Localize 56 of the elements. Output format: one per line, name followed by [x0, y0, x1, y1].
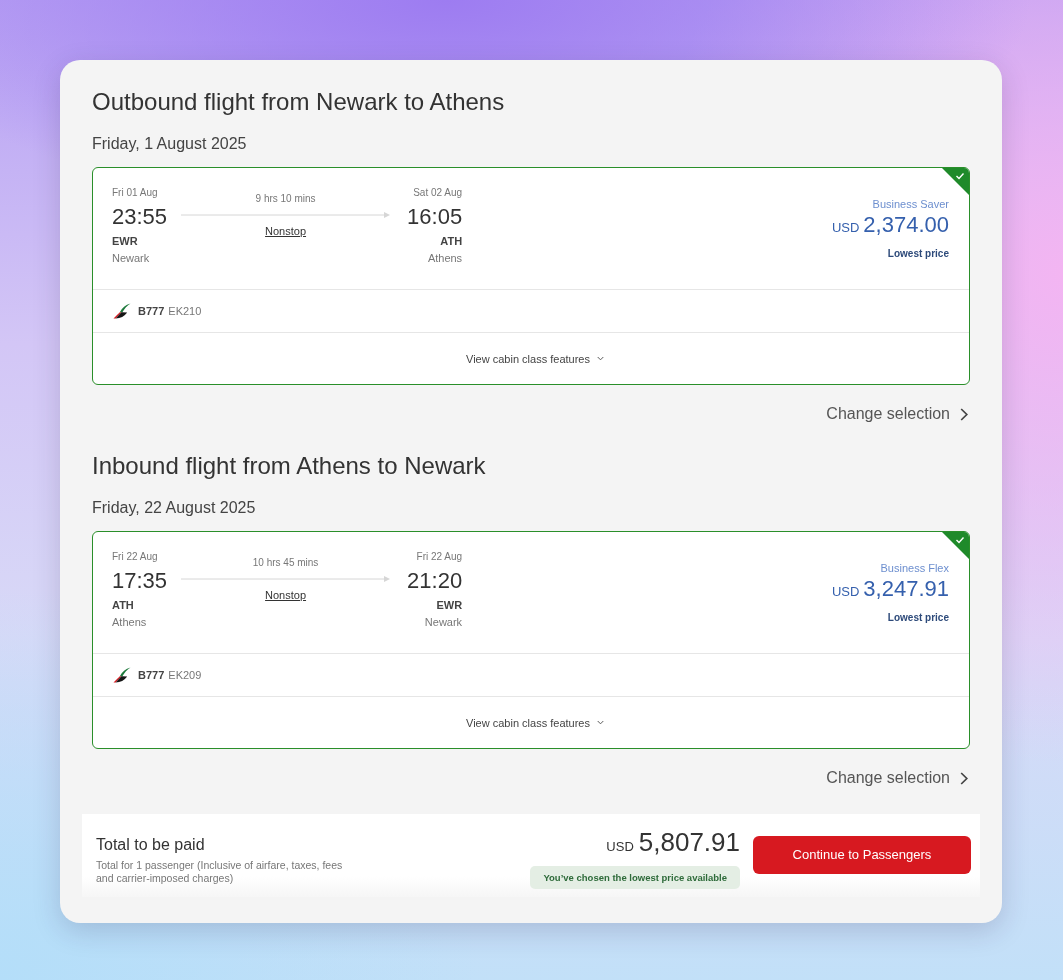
tail-logo-icon	[113, 303, 131, 319]
currency-label: USD	[831, 583, 860, 601]
arrival-city: Newark	[424, 615, 463, 630]
chevron-down-icon	[596, 356, 604, 361]
currency-label: USD	[606, 838, 634, 856]
nonstop-link[interactable]: Nonstop	[265, 224, 307, 238]
flight-date: Friday, 1 August 2025	[92, 134, 248, 154]
arrival-airport-code: EWR	[436, 598, 463, 613]
fare-price: 2,374.00	[863, 211, 949, 239]
cabin-features-link[interactable]: View cabin class features	[458, 716, 604, 729]
check-corner-icon	[942, 532, 969, 559]
flight-date: Friday, 22 August 2025	[92, 498, 257, 518]
arrival-time: 16:05	[407, 204, 463, 230]
arrival-time: 21:20	[407, 568, 463, 594]
departure-time: 17:35	[112, 568, 168, 594]
section-title: Outbound flight from Newark to Athens	[92, 88, 506, 116]
chevron-down-icon	[596, 720, 604, 725]
change-selection-link[interactable]: Change selection	[826, 403, 970, 425]
fare-class-name: Business Saver	[872, 197, 949, 211]
arrival-city: Athens	[427, 251, 463, 266]
fare-class-name: Business Flex	[880, 561, 949, 575]
flight-number: EK209	[168, 669, 202, 681]
aircraft-type: B777	[138, 305, 165, 317]
departure-city: Athens	[112, 615, 147, 630]
departure-date: Fri 01 Aug	[112, 186, 158, 200]
arrival-date: Fri 22 Aug	[416, 550, 463, 564]
continue-button[interactable]: Continue to Passengers	[753, 835, 971, 874]
section-title: Inbound flight from Athens to Newark	[92, 452, 487, 480]
fare-price: 3,247.91	[863, 575, 949, 603]
currency-label: USD	[831, 219, 860, 237]
total-note: Total for 1 passenger (Inclusive of airfare, taxes, fees and carrier-imposed charges)	[96, 859, 344, 885]
total-price: 5,807.91	[638, 828, 740, 856]
flight-option-card[interactable]: Fri 01 Aug 23:55 EWR Newark 9 hrs 10 mins Nonstop Sat 02 Aug 16:05 ATH Athens Business Saver USD 2,374.00 Lowest price B777 EK210 View cabin class features	[92, 167, 970, 385]
departure-date: Fri 22 Aug	[112, 550, 158, 564]
departure-city: Newark	[112, 251, 150, 266]
departure-time: 23:55	[112, 204, 168, 230]
flight-duration: 10 hrs 45 mins	[252, 556, 319, 570]
departure-airport-code: ATH	[112, 598, 134, 613]
tail-logo-icon	[113, 667, 131, 683]
lowest-price-label: Lowest price	[887, 247, 949, 261]
flight-duration: 9 hrs 10 mins	[255, 192, 316, 206]
aircraft-type: B777	[138, 669, 165, 681]
chevron-right-icon	[960, 407, 968, 421]
flight-number: EK210	[168, 305, 202, 317]
total-title: Total to be paid	[96, 835, 206, 855]
check-corner-icon	[942, 168, 969, 195]
nonstop-link[interactable]: Nonstop	[265, 588, 307, 602]
arrival-date: Sat 02 Aug	[413, 186, 463, 200]
cabin-features-link[interactable]: View cabin class features	[458, 352, 604, 365]
departure-airport-code: EWR	[112, 234, 138, 249]
chevron-right-icon	[960, 771, 968, 785]
flight-option-card[interactable]: Fri 22 Aug 17:35 ATH Athens 10 hrs 45 mins Nonstop Fri 22 Aug 21:20 EWR Newark Business Flex USD 3,247.91 Lowest price B777 EK209 View cabin class features	[92, 531, 970, 749]
lowest-price-badge: You’ve chosen the lowest price available	[530, 866, 740, 889]
change-selection-link[interactable]: Change selection	[826, 767, 970, 789]
lowest-price-label: Lowest price	[887, 611, 949, 625]
arrival-airport-code: ATH	[440, 234, 463, 249]
